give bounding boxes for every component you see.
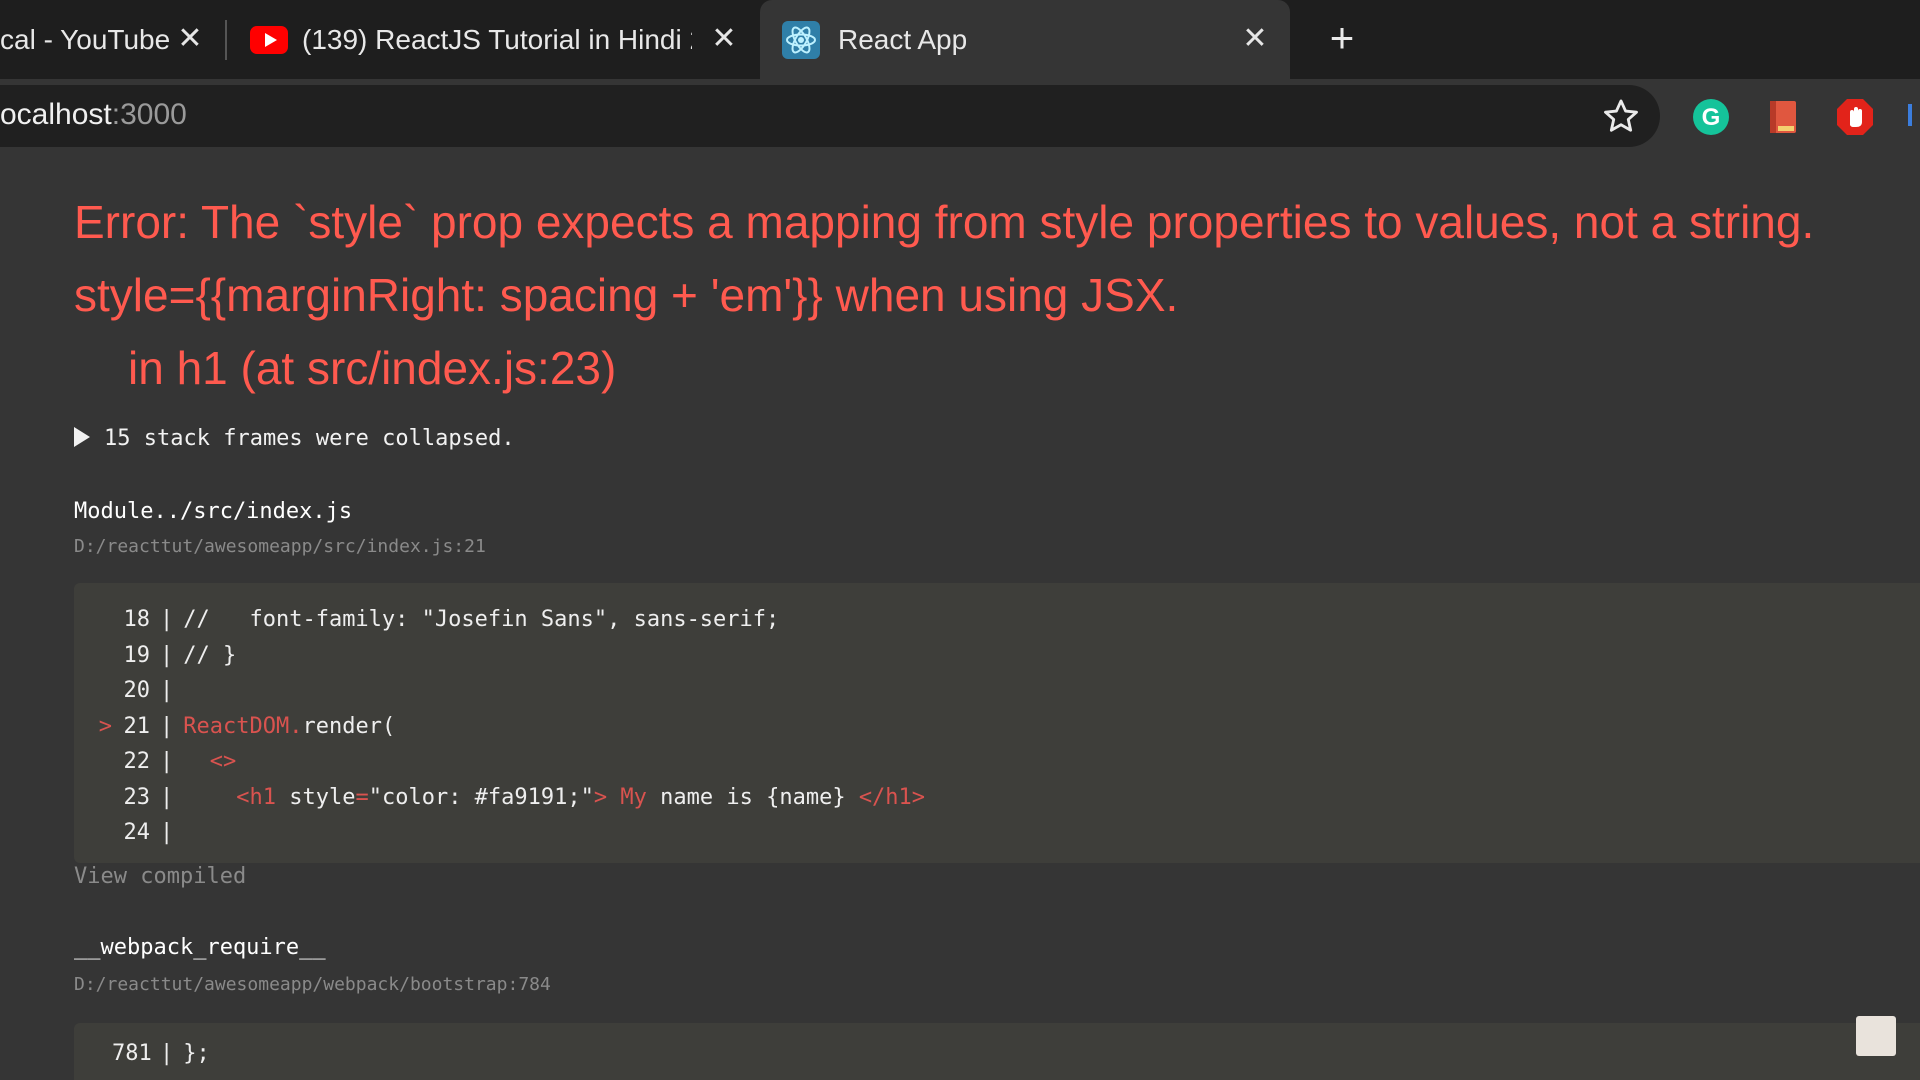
grammarly-icon[interactable]: G [1692,98,1730,136]
extension-icon-partial[interactable] [1908,98,1920,136]
error-line-3: in h1 (at src/index.js:23) [128,342,617,394]
tab-youtube[interactable]: cal - YouTube [0,0,200,79]
stack-frame-name: Module../src/index.js [74,499,353,524]
channel-watermark-logo [1856,1016,1896,1056]
collapsed-frames-toggle[interactable]: 15 stack frames were collapsed. [74,426,515,451]
tab-title: React App [838,23,968,55]
code-line: 20 | [123,678,174,703]
browser-toolbar: ocalhost:3000 G [0,79,1920,156]
error-overlay: Error: The `style` prop expects a mappin… [0,156,1920,1080]
code-line: 19 |// } [123,643,237,668]
code-line: 18 |// font-family: "Josefin Sans", sans-… [123,607,780,632]
new-tab-button[interactable]: + [1322,17,1362,59]
bookmark-extension-icon[interactable] [1764,98,1802,136]
code-snippet: 18 |// font-family: "Josefin Sans", sans-… [74,583,1920,863]
adblock-icon[interactable] [1836,98,1874,136]
bookmark-star-icon[interactable] [1602,97,1640,135]
tab-separator [225,20,227,60]
code-line-highlighted: >21 | ReactDOM.render( [74,709,395,745]
url-text[interactable]: ocalhost:3000 [0,98,187,132]
stack-frame-path[interactable]: D:/reacttut/awesomeapp/webpack/bootstrap… [74,974,551,995]
error-message: Error: The `style` prop expects a mappin… [74,186,1920,405]
error-line-2: style={{marginRight: spacing + 'em'}} wh… [74,269,1179,321]
address-bar[interactable]: ocalhost:3000 [0,85,1660,147]
tab-react-app[interactable]: React App [782,0,1202,79]
url-port: :3000 [111,98,187,131]
tab-close-button[interactable]: ✕ [1238,22,1272,56]
tab-title: cal - YouTube [0,23,171,55]
stack-frame-path[interactable]: D:/reacttut/awesomeapp/src/index.js:21 [74,536,486,557]
svg-text:G: G [1702,104,1721,131]
code-line: 22 | <> [123,749,237,774]
tab-title: (139) ReactJS Tutorial in Hindi 20 [302,23,692,55]
code-line: 781 |}; [112,1041,210,1066]
tab-close-button[interactable]: ✕ [707,22,741,56]
url-host: ocalhost [0,98,112,131]
youtube-icon [250,25,288,54]
expand-triangle-icon [74,427,90,447]
tab-close-button[interactable]: ✕ [173,22,207,56]
collapsed-frames-label: 15 stack frames were collapsed. [104,426,515,451]
code-line: 24 | [123,820,174,845]
code-line: 23 | <h1 style="color: #fa9191;"> My name… [123,785,926,810]
code-snippet: 781 |}; [74,1023,1920,1080]
tab-react-tutorial[interactable]: (139) ReactJS Tutorial in Hindi 20 [250,0,695,79]
error-line-marker: > [98,714,112,739]
react-icon [782,20,820,59]
tab-strip: cal - YouTube ✕ (139) ReactJS Tutorial i… [0,0,1920,79]
error-line-1: Error: The `style` prop expects a mappin… [74,196,1815,248]
view-compiled-link[interactable]: View compiled [74,864,246,889]
stack-frame-name: __webpack_require__ [74,935,326,960]
